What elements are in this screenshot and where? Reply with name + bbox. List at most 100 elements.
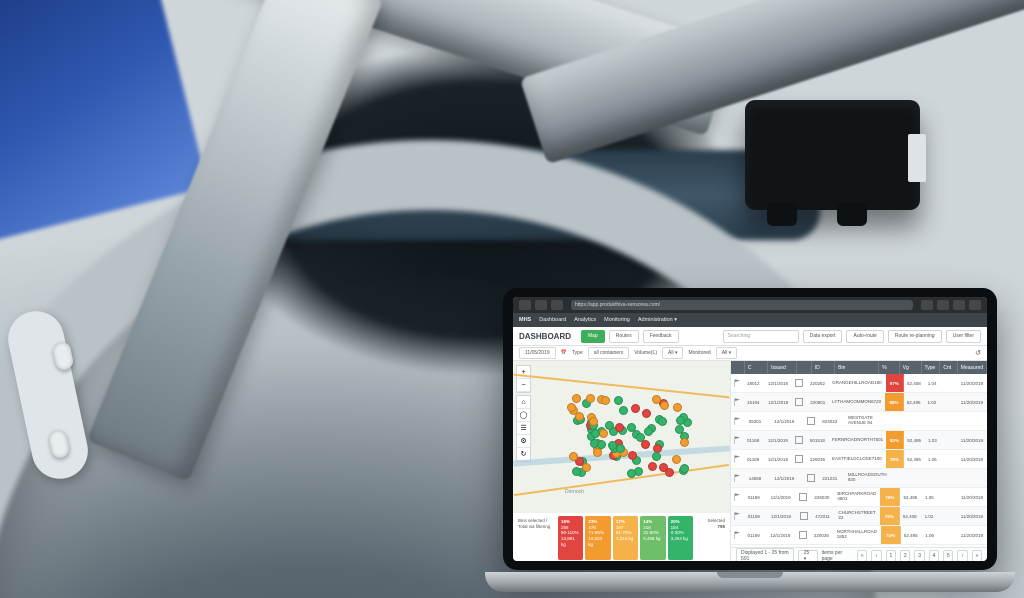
map-marker[interactable] xyxy=(648,462,657,471)
row-checkbox[interactable] xyxy=(795,455,803,463)
map-marker[interactable] xyxy=(591,429,600,438)
nav-analytics[interactable]: Analytics xyxy=(574,317,596,323)
col-check[interactable] xyxy=(797,361,811,374)
table-row[interactable]: 1801212/1/2019220262GRANGEHILLROAD18097%… xyxy=(731,374,987,393)
map-marker[interactable] xyxy=(599,429,608,438)
page-size-select[interactable]: 25 ▾ xyxy=(798,550,818,562)
action-user-filter[interactable]: User filter xyxy=(946,330,981,343)
nav-dashboard[interactable]: Dashboard xyxy=(539,317,566,323)
row-checkbox[interactable] xyxy=(799,493,807,501)
table-row[interactable]: 1519412/1/2019220601LYTHAMCOMMON672088%5… xyxy=(731,393,987,412)
pager-page[interactable]: 3 xyxy=(914,550,924,562)
map-marker[interactable] xyxy=(627,469,636,478)
action-route-replanning[interactable]: Route re-planning xyxy=(888,330,942,343)
map-marker[interactable] xyxy=(680,438,689,447)
summary-card[interactable]: 23%47671-90%10,624 kg xyxy=(585,516,610,560)
pager-prev[interactable]: ‹ xyxy=(871,550,881,562)
map-marker[interactable] xyxy=(572,394,581,403)
row-checkbox[interactable] xyxy=(800,512,808,520)
reset-filters-icon[interactable]: ↺ xyxy=(975,349,981,357)
map-marker[interactable] xyxy=(658,417,667,426)
row-checkbox[interactable] xyxy=(795,436,803,444)
filter-date[interactable]: 11/05/2019 xyxy=(519,347,556,359)
map-marker[interactable] xyxy=(644,427,653,436)
col-vg[interactable]: Vg xyxy=(900,361,922,374)
action-data-export[interactable]: Data export xyxy=(803,330,843,343)
table-row[interactable]: 0116912/1/2019226030BIRCHPARKROAD 480176… xyxy=(731,488,987,507)
browser-forward-button[interactable] xyxy=(535,300,547,310)
map[interactable]: + − ⌂ ◯ ☰ ⚙ ↻ Dornoch xyxy=(513,361,730,513)
nav-monitoring[interactable]: Monitoring xyxy=(604,317,630,323)
action-auto-route[interactable]: Auto-route xyxy=(846,330,883,343)
filter-volume[interactable]: All ▾ xyxy=(662,347,683,359)
row-checkbox[interactable] xyxy=(799,531,807,539)
table-row[interactable]: 0116912/1/2019472011CHURCHSTREET 2275%52… xyxy=(731,507,987,526)
pager-last[interactable]: » xyxy=(972,550,982,562)
summary-card[interactable]: 20%1840-30%3,264 kg xyxy=(668,516,693,560)
table-row[interactable]: 0116912/1/2019501518FERNROADNORTH750182%… xyxy=(731,431,987,450)
col-type[interactable]: Type xyxy=(922,361,941,374)
pager-page[interactable]: 5 xyxy=(943,550,953,562)
browser-profile-button[interactable] xyxy=(969,300,981,310)
map-marker[interactable] xyxy=(660,401,669,410)
map-marker[interactable] xyxy=(665,468,674,477)
browser-url-field[interactable]: https://app.produkthiva-sensorea.com/ xyxy=(571,300,913,310)
summary-card[interactable]: 17%19751-70%7,244 kg xyxy=(613,516,638,560)
col-measured[interactable]: Measured xyxy=(958,361,987,374)
table-row[interactable]: 1455812/1/2019221231MILLROADSOUTH 920 xyxy=(731,469,987,488)
pager-page[interactable]: 1 xyxy=(886,550,896,562)
tab-map[interactable]: Map xyxy=(581,330,605,343)
col-id[interactable]: ID xyxy=(812,361,835,374)
map-marker[interactable] xyxy=(586,394,595,403)
pager-page[interactable]: 4 xyxy=(929,550,939,562)
nav-administration[interactable]: Administration ▾ xyxy=(638,317,677,323)
map-marker[interactable] xyxy=(627,423,636,432)
zoom-out-button[interactable]: − xyxy=(517,379,530,392)
map-marker[interactable] xyxy=(652,452,661,461)
summary-card[interactable]: 16%25690-110%13,891 kg xyxy=(558,516,583,560)
tab-feedback[interactable]: Feedback xyxy=(643,330,679,343)
search-input[interactable]: Searching xyxy=(723,330,799,343)
col-c[interactable]: C xyxy=(745,361,768,374)
pager-page[interactable]: 2 xyxy=(900,550,910,562)
filter-type[interactable]: all containers xyxy=(588,347,629,359)
map-marker[interactable] xyxy=(567,403,576,412)
table-row[interactable]: 0530112/1/2019823023WESTGATE AVENUE 84 xyxy=(731,412,987,431)
map-marker[interactable] xyxy=(680,464,689,473)
row-checkbox[interactable] xyxy=(795,379,803,387)
row-checkbox[interactable] xyxy=(807,417,815,425)
table-row[interactable]: 0116912/1/2019220036NORTHHALLROAD 185274… xyxy=(731,526,987,545)
map-marker[interactable] xyxy=(672,455,681,464)
browser-ext-button[interactable] xyxy=(937,300,949,310)
col-issued[interactable]: Issued xyxy=(768,361,797,374)
browser-back-button[interactable] xyxy=(519,300,531,310)
map-tool-circle[interactable]: ◯ xyxy=(517,409,530,422)
map-tool-layers[interactable]: ☰ xyxy=(517,422,530,435)
map-marker[interactable] xyxy=(641,440,650,449)
col-cnt[interactable]: Cnt xyxy=(940,361,957,374)
browser-ext-button[interactable] xyxy=(953,300,965,310)
map-marker[interactable] xyxy=(614,396,623,405)
col-bin[interactable]: Bin xyxy=(835,361,879,374)
filter-monitored[interactable]: All ▾ xyxy=(716,347,737,359)
tab-routes[interactable]: Routes xyxy=(609,330,639,343)
map-marker[interactable] xyxy=(675,425,684,434)
map-marker[interactable] xyxy=(582,463,591,472)
col-pct[interactable]: % xyxy=(879,361,899,374)
map-tool-settings[interactable]: ⚙ xyxy=(517,435,530,448)
pager-next[interactable]: › xyxy=(957,550,967,562)
calendar-icon[interactable]: 📅 xyxy=(561,350,567,356)
col-flag[interactable] xyxy=(731,361,745,374)
summary-card[interactable]: 14%21831-50%5,458 kg xyxy=(640,516,665,560)
map-marker[interactable] xyxy=(676,416,685,425)
browser-menu-button[interactable] xyxy=(921,300,933,310)
map-marker[interactable] xyxy=(642,409,651,418)
map-marker[interactable] xyxy=(601,396,610,405)
table-row[interactable]: 0116912/1/2019226036EASTFIELDCLOSE710078… xyxy=(731,450,987,469)
row-checkbox[interactable] xyxy=(807,474,815,482)
pager-first[interactable]: « xyxy=(857,550,867,562)
map-marker[interactable] xyxy=(631,404,640,413)
row-checkbox[interactable] xyxy=(795,398,803,406)
map-marker[interactable] xyxy=(569,452,578,461)
map-marker[interactable] xyxy=(673,403,682,412)
